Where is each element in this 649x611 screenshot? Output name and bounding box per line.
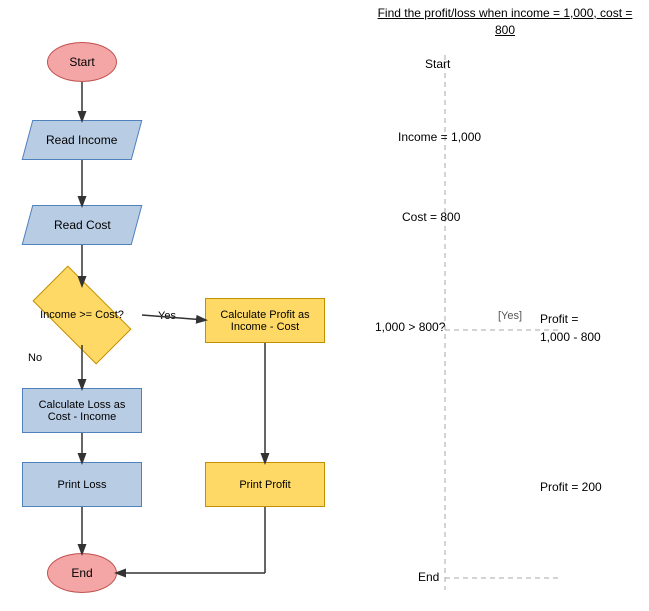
decision-label: Income >= Cost? (22, 285, 142, 345)
start-shape: Start (47, 42, 117, 82)
print-profit-label: Print Profit (239, 479, 290, 491)
print-loss-shape: Print Loss (22, 462, 142, 507)
trace-yes-bracket: [Yes] (498, 310, 522, 322)
read-cost-shape: Read Cost (22, 205, 143, 245)
trace-income: Income = 1,000 (398, 130, 481, 144)
trace-title: Find the profit/loss when income = 1,000… (375, 5, 635, 39)
trace-profit-calc: Profit =1,000 - 800 (540, 310, 601, 346)
start-label: Start (69, 55, 94, 69)
read-cost-label: Read Cost (54, 218, 111, 232)
no-label: No (28, 352, 42, 364)
read-income-label: Read Income (46, 133, 117, 147)
trace-svg (360, 0, 649, 611)
yes-label: Yes (158, 310, 176, 322)
calc-profit-shape: Calculate Profit as Income - Cost (205, 298, 325, 343)
trace-condition: 1,000 > 800? (375, 320, 445, 334)
trace-end: End (418, 570, 439, 584)
decision-shape: Income >= Cost? (22, 285, 142, 345)
read-income-shape: Read Income (22, 120, 143, 160)
calc-profit-label: Calculate Profit as Income - Cost (210, 309, 320, 333)
print-profit-shape: Print Profit (205, 462, 325, 507)
trace-profit-result: Profit = 200 (540, 480, 602, 494)
end-shape: End (47, 553, 117, 593)
trace-end-svg (360, 0, 649, 611)
trace-start: Start (425, 57, 450, 71)
end-label: End (71, 566, 92, 580)
calc-loss-shape: Calculate Loss as Cost - Income (22, 388, 142, 433)
trace-cost: Cost = 800 (402, 210, 460, 224)
calc-loss-label: Calculate Loss as Cost - Income (27, 399, 137, 423)
print-loss-label: Print Loss (58, 479, 107, 491)
